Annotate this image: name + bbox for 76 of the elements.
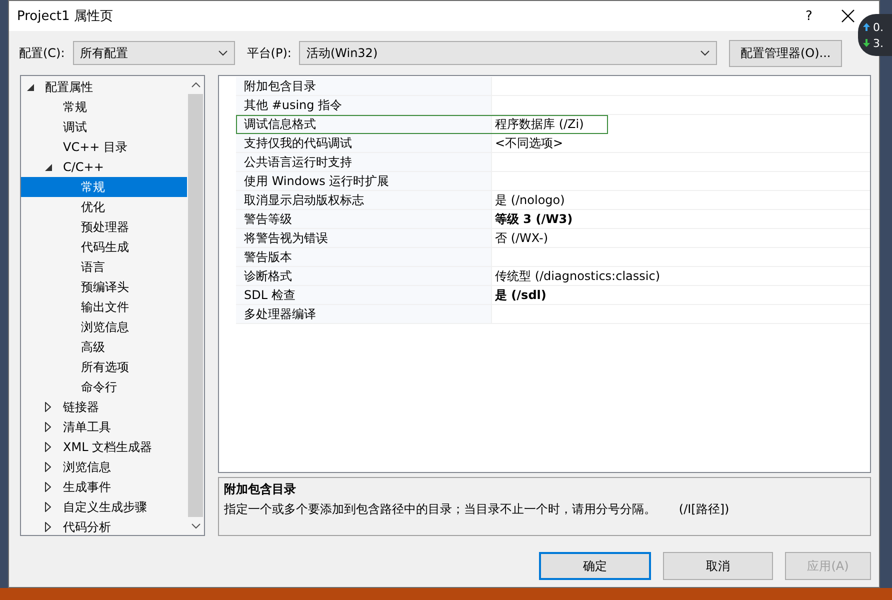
- tree-item[interactable]: XML 文档生成器: [21, 437, 187, 457]
- property-value: <不同选项>: [491, 134, 870, 152]
- property-value: 是 (/sdl): [491, 286, 870, 304]
- download-arrow-icon: [863, 39, 870, 47]
- download-speed: 3.: [873, 36, 884, 50]
- property-row[interactable]: 取消显示启动版权标志 是 (/nologo): [236, 191, 870, 210]
- property-row[interactable]: 警告等级 等级 3 (/W3): [236, 210, 870, 229]
- upload-arrow-icon: [863, 23, 870, 31]
- property-row[interactable]: 将警告视为错误 否 (/WX-): [236, 229, 870, 248]
- upload-speed: 0.: [873, 20, 884, 34]
- tree-item[interactable]: 预处理器: [21, 217, 187, 237]
- property-value: 否 (/WX-): [491, 229, 870, 247]
- property-name: SDL 检查: [236, 286, 491, 304]
- configuration-label: 配置(C):: [19, 44, 65, 62]
- help-button[interactable]: ?: [789, 8, 829, 24]
- expanded-triangle-icon[interactable]: [45, 164, 52, 170]
- property-row[interactable]: SDL 检查 是 (/sdl): [236, 286, 870, 305]
- dialog-button[interactable]: 取消: [663, 552, 773, 580]
- dropdown-caret-icon: [700, 50, 710, 56]
- property-row[interactable]: 多处理器编译: [236, 305, 870, 324]
- tree-item[interactable]: 自定义生成步骤: [21, 497, 187, 517]
- tree-item[interactable]: 代码生成: [21, 237, 187, 257]
- property-name: 其他 #using 指令: [236, 96, 491, 114]
- property-row[interactable]: 使用 Windows 运行时扩展: [236, 172, 870, 191]
- description-title: 附加包含目录: [224, 481, 297, 498]
- tree-item[interactable]: 浏览信息: [21, 317, 187, 337]
- property-name: 警告版本: [236, 248, 491, 266]
- property-name: 使用 Windows 运行时扩展: [236, 172, 491, 190]
- tree-item[interactable]: 生成事件: [21, 477, 187, 497]
- property-name: 公共语言运行时支持: [236, 153, 491, 171]
- platform-dropdown[interactable]: 活动(Win32): [299, 41, 718, 65]
- tree-item[interactable]: 浏览信息: [21, 457, 187, 477]
- property-row[interactable]: 附加包含目录: [236, 77, 870, 96]
- property-row[interactable]: 诊断格式 传统型 (/diagnostics:classic): [236, 267, 870, 286]
- dialog-button[interactable]: 确定: [539, 552, 651, 580]
- property-name: 附加包含目录: [236, 77, 491, 95]
- expanded-triangle-icon[interactable]: [27, 84, 34, 90]
- property-name: 多处理器编译: [236, 305, 491, 323]
- property-name: 诊断格式: [236, 267, 491, 285]
- tree-item[interactable]: 高级: [21, 337, 187, 357]
- tree-item[interactable]: 输出文件: [21, 297, 187, 317]
- tree-item[interactable]: 预编译头: [21, 277, 187, 297]
- property-row[interactable]: 支持仅我的代码调试 <不同选项>: [236, 134, 870, 153]
- tree-item[interactable]: 语言: [21, 257, 187, 277]
- property-name: 将警告视为错误: [236, 229, 491, 247]
- property-value: 等级 3 (/W3): [491, 210, 870, 228]
- property-value: 程序数据库 (/Zi): [491, 115, 608, 133]
- tree-item[interactable]: 链接器: [21, 397, 187, 417]
- tree-item[interactable]: 清单工具: [21, 417, 187, 437]
- tree-item[interactable]: 调试: [21, 117, 187, 137]
- tree-item[interactable]: 命令行: [21, 377, 187, 397]
- property-value: 传统型 (/diagnostics:classic): [491, 267, 870, 285]
- tree-item[interactable]: 常规: [21, 177, 187, 197]
- tree-item[interactable]: 所有选项: [21, 357, 187, 377]
- tree-item[interactable]: C/C++: [21, 157, 187, 177]
- property-name: 取消显示启动版权标志: [236, 191, 491, 209]
- property-name: 警告等级: [236, 210, 491, 228]
- tree-item[interactable]: VC++ 目录: [21, 137, 187, 157]
- tree-item[interactable]: 配置属性: [21, 77, 187, 97]
- platform-label: 平台(P):: [246, 44, 292, 62]
- tree-item[interactable]: 代码分析: [21, 517, 187, 537]
- property-row[interactable]: 其他 #using 指令: [236, 96, 870, 115]
- property-row[interactable]: 警告版本: [236, 248, 870, 267]
- tree-item[interactable]: 常规: [21, 97, 187, 117]
- property-value: 是 (/nologo): [491, 191, 870, 209]
- property-row[interactable]: 调试信息格式 程序数据库 (/Zi): [236, 115, 608, 134]
- close-icon[interactable]: [841, 9, 855, 23]
- property-name: 调试信息格式: [236, 115, 491, 133]
- configuration-manager-button[interactable]: 配置管理器(O)...: [729, 40, 842, 66]
- description-text: 指定一个或多个要添加到包含路径中的目录；当目录不止一个时，请用分号分隔。 (/I[路径]): [224, 501, 730, 518]
- tree-item[interactable]: 优化: [21, 197, 187, 217]
- window-title: Project1 属性页: [17, 8, 114, 25]
- configuration-dropdown[interactable]: 所有配置: [72, 41, 235, 65]
- property-row[interactable]: 公共语言运行时支持: [236, 153, 870, 172]
- dropdown-caret-icon: [218, 50, 228, 56]
- property-name: 支持仅我的代码调试: [236, 134, 491, 152]
